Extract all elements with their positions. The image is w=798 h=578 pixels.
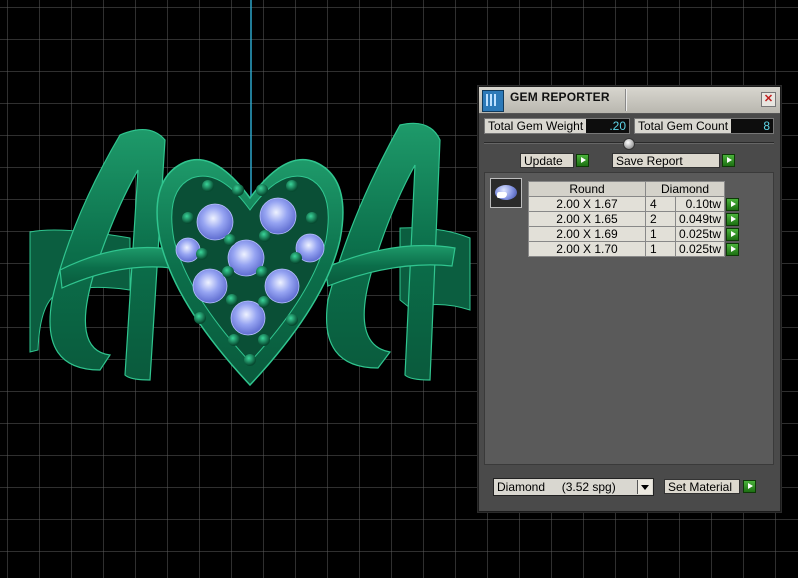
- update-go-icon[interactable]: [576, 154, 589, 167]
- column-header-diamond: Diamond: [644, 181, 726, 197]
- gem-size: 2.00 X 1.65: [528, 211, 646, 227]
- update-button[interactable]: Update: [520, 153, 574, 168]
- row-select-cell: [724, 211, 740, 227]
- save-report-go-icon[interactable]: [722, 154, 735, 167]
- table-row[interactable]: 2.00 X 1.67 4 0.10tw: [528, 196, 740, 212]
- set-material-go-icon[interactable]: [743, 480, 756, 493]
- total-gem-weight-label: Total Gem Weight: [485, 119, 587, 133]
- total-gem-count-value: 8: [763, 119, 770, 133]
- set-material-button-label: Set Material: [668, 480, 733, 494]
- gem-size: 2.00 X 1.69: [528, 226, 646, 242]
- gem-table: Round Diamond 2.00 X 1.67 4 0.10tw 2.00 …: [528, 181, 740, 257]
- gem-thumbnail[interactable]: [490, 178, 522, 208]
- gem-count: 4: [645, 196, 676, 212]
- column-header-round: Round: [528, 181, 646, 197]
- total-gem-count: Total Gem Count 8: [634, 118, 774, 134]
- panel-title: GEM REPORTER: [510, 90, 610, 104]
- table-row[interactable]: 2.00 X 1.70 1 0.025tw: [528, 241, 740, 257]
- row-select-icon[interactable]: [726, 197, 740, 211]
- chevron-down-icon[interactable]: [637, 480, 652, 494]
- row-select-cell: [724, 196, 740, 212]
- gem-weight: 0.025tw: [674, 241, 726, 257]
- table-row[interactable]: 2.00 X 1.65 2 0.049tw: [528, 211, 740, 227]
- gem-weight: 0.025tw: [674, 226, 726, 242]
- row-select-cell: [724, 241, 740, 257]
- gem-reporter-panel: GEM REPORTER ✕ Total Gem Weight .20 Tota…: [478, 86, 781, 512]
- row-select-cell: [724, 226, 740, 242]
- collapse-knob[interactable]: [623, 138, 635, 150]
- gem-size: 2.00 X 1.70: [528, 241, 646, 257]
- save-report-button[interactable]: Save Report: [612, 153, 720, 168]
- gem-count: 1: [645, 226, 676, 242]
- gem-reporter-app-icon: [482, 90, 504, 112]
- row-select-icon[interactable]: [726, 227, 740, 241]
- total-gem-weight-value: .20: [609, 119, 626, 133]
- gem-weight: 0.049tw: [674, 211, 726, 227]
- gem-count: 1: [645, 241, 676, 257]
- column-spacer: [724, 181, 740, 197]
- save-report-button-label: Save Report: [616, 154, 683, 168]
- gem-size: 2.00 X 1.67: [528, 196, 646, 212]
- row-select-icon[interactable]: [726, 242, 740, 256]
- close-icon[interactable]: ✕: [761, 92, 776, 107]
- gem-weight: 0.10tw: [674, 196, 726, 212]
- total-gem-count-label: Total Gem Count: [635, 119, 732, 133]
- titlebar-separator: [625, 89, 626, 111]
- material-select-value: Diamond (3.52 spg): [497, 480, 616, 494]
- set-material-button[interactable]: Set Material: [664, 479, 740, 494]
- gem-highlight: [497, 192, 507, 198]
- row-select-icon[interactable]: [726, 212, 740, 226]
- material-select[interactable]: Diamond (3.52 spg): [493, 478, 654, 496]
- gem-count: 2: [645, 211, 676, 227]
- gem-list-area: Round Diamond 2.00 X 1.67 4 0.10tw 2.00 …: [484, 172, 774, 465]
- table-row[interactable]: 2.00 X 1.69 1 0.025tw: [528, 226, 740, 242]
- total-gem-weight: Total Gem Weight .20: [484, 118, 630, 134]
- panel-titlebar[interactable]: GEM REPORTER ✕: [479, 87, 780, 114]
- update-button-label: Update: [524, 154, 563, 168]
- gem-table-header: Round Diamond: [528, 181, 740, 197]
